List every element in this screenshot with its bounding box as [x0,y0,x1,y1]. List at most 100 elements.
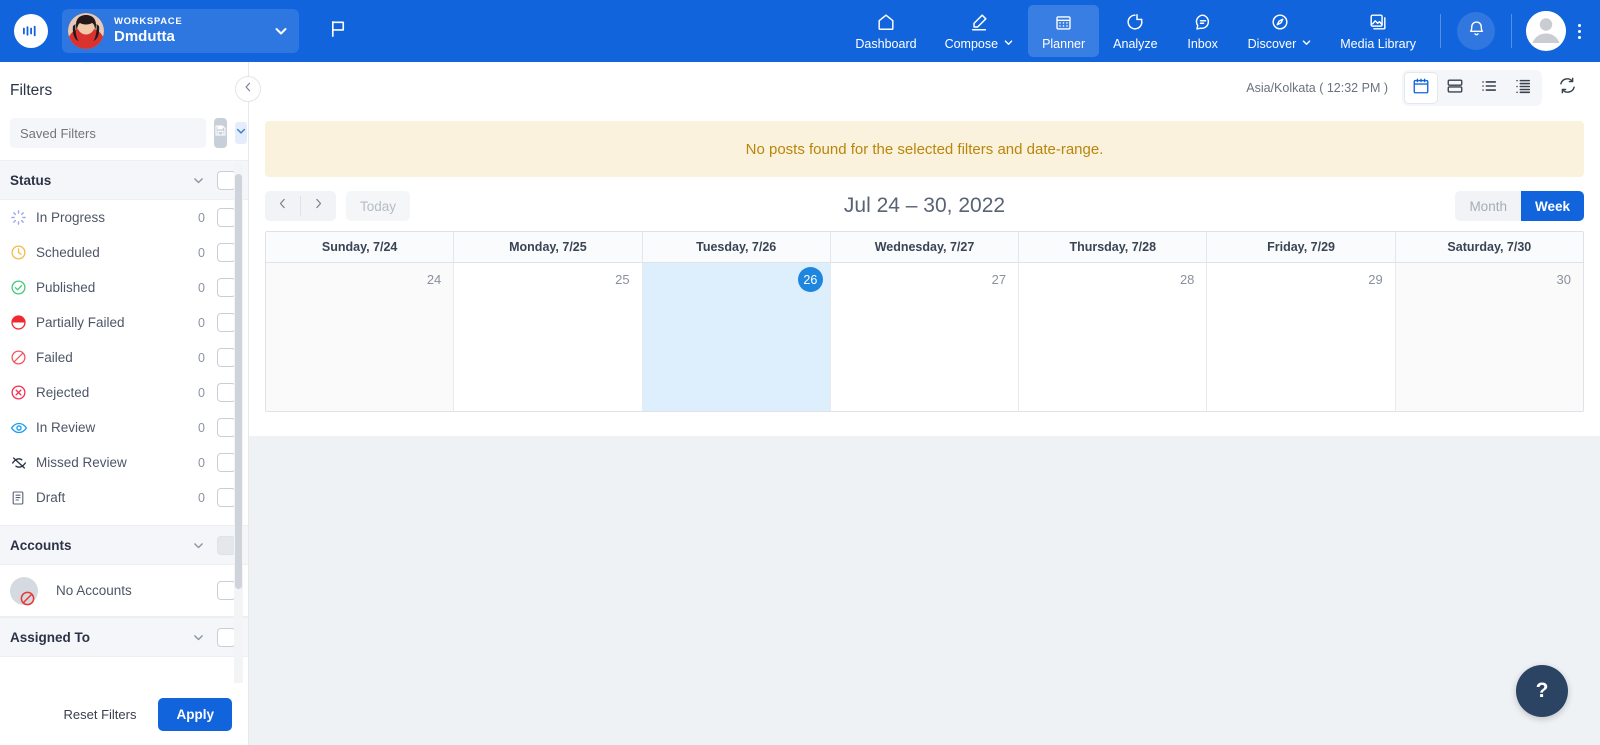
saved-filters-input[interactable] [10,118,206,148]
calendar-daynum-tuesday-today: 26 [797,267,823,292]
view-detail-list-button[interactable] [1507,73,1539,103]
filter-count-published: 0 [198,280,205,295]
nav-item-media-library[interactable]: Media Library [1326,5,1430,57]
filters-footer: Reset Filters Apply [0,683,248,745]
refresh-button[interactable] [1550,73,1584,103]
calendar-header-tuesday: Tuesday, 7/26 [642,232,831,263]
bell-icon [1467,19,1486,43]
list-view-icon [1480,77,1498,100]
sidebar-collapse-button[interactable] [235,76,261,102]
nav-label-discover: Discover [1247,36,1297,51]
chevron-down-icon [192,631,205,644]
account-label-no-accounts: No Accounts [56,583,132,598]
more-vertical-icon[interactable] [1566,23,1592,39]
nav-item-inbox[interactable]: Inbox [1172,5,1234,57]
calendar-cell-tuesday[interactable]: 26 [642,263,831,411]
chevron-down-icon [192,174,205,187]
nav-item-analyze[interactable]: Analyze [1099,5,1171,57]
filter-count-missed-review: 0 [198,455,205,470]
save-filter-button[interactable] [214,118,227,148]
page-body: Filters Saved Filters Status In Progress… [0,62,1600,745]
nav-label-planner: Planner [1042,36,1086,51]
filter-row-in-review[interactable]: In Review 0 [0,410,248,445]
chevron-down-icon [273,23,289,39]
filter-row-missed-review[interactable]: Missed Review 0 [0,445,248,480]
today-button[interactable]: Today [346,191,411,221]
nav-item-discover[interactable]: Discover [1234,5,1327,57]
nav-item-planner[interactable]: Planner [1028,5,1100,57]
chevron-left-icon [276,197,289,215]
filter-group-accounts[interactable]: Accounts [0,525,248,565]
filter-row-draft[interactable]: Draft 0 [0,480,248,515]
week-view-button[interactable]: Week [1520,191,1584,221]
filter-label-rejected: Rejected [36,385,90,400]
nav-label-compose: Compose [944,36,999,51]
view-list-button[interactable] [1473,73,1505,103]
filter-row-failed[interactable]: Failed 0 [0,340,248,375]
calendar-header-sunday: Sunday, 7/24 [266,232,455,263]
profile-avatar-button[interactable] [1526,11,1566,51]
calendar-cell-saturday[interactable]: 30 [1395,263,1583,411]
filters-scroll-area: Status In Progress 0 [0,114,248,683]
calendar-daynum-thursday: 28 [1179,272,1195,287]
calendar-cell-friday[interactable]: 29 [1207,263,1396,411]
previous-week-button[interactable] [265,191,300,221]
reset-filters-button[interactable]: Reset Filters [52,698,149,731]
calendar-cell-wednesday[interactable]: 27 [830,263,1020,411]
eye-off-icon [10,454,36,472]
app-logo-icon [14,14,48,48]
account-row-no-accounts[interactable]: No Accounts [0,565,248,617]
empty-state-banner: No posts found for the selected filters … [265,121,1584,177]
calendar-navigation: Today Jul 24 – 30, 2022 Month Week [249,177,1600,231]
saved-filters-dropdown-button[interactable] [235,122,247,144]
flag-icon [329,19,348,43]
filter-row-published[interactable]: Published 0 [0,270,248,305]
planner-panel: Asia/Kolkata ( 12:32 PM ) No posts found… [249,62,1600,436]
calendar-daynum-saturday: 30 [1556,272,1571,287]
calendar-daynum-monday: 25 [615,272,630,287]
filter-label-missed-review: Missed Review [36,455,127,470]
filter-label-in-progress: In Progress [36,210,106,225]
no-entry-icon [19,590,36,612]
flag-button[interactable] [323,16,353,46]
calendar-cell-sunday[interactable]: 24 [266,263,455,411]
nav-item-compose[interactable]: Compose [931,5,1029,57]
image-stack-icon [1368,12,1388,33]
apply-filters-button[interactable]: Apply [158,697,232,731]
view-calendar-button[interactable] [1405,73,1437,103]
calendar-cell-monday[interactable]: 25 [454,263,643,411]
nav-label-dashboard: Dashboard [855,36,917,51]
filter-count-partially-failed: 0 [198,315,205,330]
filter-row-scheduled[interactable]: Scheduled 0 [0,235,248,270]
chevron-down-icon [192,539,205,552]
planner-toolbar: Asia/Kolkata ( 12:32 PM ) [249,62,1600,114]
view-split-button[interactable] [1439,73,1471,103]
calendar-cell-thursday[interactable]: 28 [1019,263,1208,411]
nav-item-dashboard[interactable]: Dashboard [841,5,930,57]
app-logo[interactable] [0,14,62,48]
home-icon [876,12,896,33]
filter-label-failed: Failed [36,350,73,365]
sidebar-scrollbar-thumb[interactable] [235,174,242,589]
workspace-switcher[interactable]: WORKSPACE Dmdutta [62,9,299,53]
filter-group-assigned-to[interactable]: Assigned To [0,617,248,657]
next-week-button[interactable] [301,191,336,221]
workspace-name: Dmdutta [114,28,175,45]
x-circle-icon [10,384,36,401]
split-view-icon [1446,77,1464,100]
filter-row-partially-failed[interactable]: Partially Failed 0 [0,305,248,340]
filter-group-status[interactable]: Status [0,160,248,200]
range-toggle-group: Month Week [1455,191,1584,221]
filters-title: Filters [10,82,53,99]
calendar-header-thursday: Thursday, 7/28 [1019,232,1208,263]
half-filled-circle-icon [10,314,36,331]
workspace-label: WORKSPACE [114,16,183,27]
month-view-button[interactable]: Month [1455,191,1521,221]
eye-icon [10,419,36,437]
nav-label-inbox: Inbox [1187,36,1218,51]
notifications-button[interactable] [1457,12,1495,50]
calendar-body-row: 24 25 26 27 28 29 30 [266,263,1583,411]
help-button[interactable]: ? [1516,665,1568,717]
filter-row-rejected[interactable]: Rejected 0 [0,375,248,410]
filter-row-in-progress[interactable]: In Progress 0 [0,200,248,235]
